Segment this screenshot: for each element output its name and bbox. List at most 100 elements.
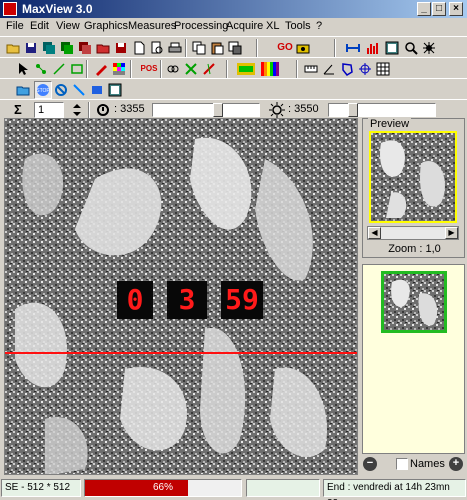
open-folder-icon[interactable] [4, 39, 22, 57]
pointer-icon[interactable] [14, 60, 32, 78]
maximize-button[interactable]: □ [432, 2, 446, 16]
thumbnail-panel[interactable] [362, 264, 465, 454]
save-icon[interactable] [22, 39, 40, 57]
menu-edit[interactable]: Edit [30, 20, 49, 32]
separator [334, 39, 336, 57]
thumbnail-footer: − Names + [362, 456, 465, 474]
remove-thumb-button[interactable]: − [363, 457, 377, 471]
document-icon[interactable] [130, 39, 148, 57]
separator [86, 60, 88, 78]
pen-icon[interactable] [92, 60, 110, 78]
pos-icon[interactable]: POS [140, 60, 158, 78]
menu-processing[interactable]: Processing [174, 20, 228, 32]
statistics-icon[interactable] [383, 39, 401, 57]
copy-icon[interactable] [190, 39, 208, 57]
separator [256, 39, 258, 57]
viewport-divider [358, 118, 360, 475]
histogram-icon[interactable] [364, 39, 382, 57]
end-time-status: End : vendredi at 14h 23mn 32s [323, 479, 466, 500]
gain-slider[interactable] [328, 103, 436, 117]
line-profile-icon[interactable] [70, 81, 88, 99]
save-red-icon[interactable] [112, 39, 130, 57]
menu-file[interactable]: File [6, 20, 24, 32]
menu-xl[interactable]: XL [266, 20, 279, 32]
profile-line[interactable] [5, 352, 357, 354]
scroll-left-icon[interactable]: ◀ [368, 227, 381, 239]
link-icon[interactable] [164, 60, 182, 78]
menu-graphics[interactable]: Graphics [84, 20, 128, 32]
zoom-icon[interactable] [402, 39, 420, 57]
menu-view[interactable]: View [56, 20, 80, 32]
print-preview-icon[interactable] [148, 39, 166, 57]
progress-text: 66% [152, 482, 173, 493]
draw-line-icon[interactable] [50, 60, 68, 78]
toolbar-file: GO [0, 36, 467, 58]
separator [185, 39, 187, 57]
gain-slider-thumb[interactable] [348, 103, 358, 117]
cancel-acquire-icon[interactable] [52, 81, 70, 99]
timer-display: 0 3 59 [117, 281, 263, 319]
separator [296, 60, 298, 78]
polygon-icon[interactable] [338, 60, 356, 78]
measure-distance-icon[interactable] [344, 39, 362, 57]
menu-bar: File Edit View Graphics Measures Process… [0, 18, 467, 35]
preview-label: Preview [368, 118, 412, 130]
menu-measures[interactable]: Measures [128, 20, 176, 32]
timer-seconds: 59 [221, 281, 263, 319]
save-all-icon[interactable] [40, 39, 58, 57]
grid-icon[interactable] [374, 60, 392, 78]
draw-rectangle-icon[interactable] [68, 60, 86, 78]
fill-rect-icon[interactable] [88, 81, 106, 99]
progress-bar: 66% [84, 479, 242, 497]
window-title: MaxView 3.0 [22, 2, 93, 16]
camera-icon[interactable] [294, 39, 312, 57]
menu-help[interactable]: ? [316, 20, 322, 32]
toolbar-levels: Σ 1 : 3355 : 3550 [0, 99, 467, 120]
go-icon[interactable]: GO [276, 39, 294, 57]
stop-icon[interactable]: STOP [34, 81, 52, 99]
angle-icon[interactable] [320, 60, 338, 78]
names-label: Names [410, 458, 445, 470]
erase-tool-icon[interactable] [200, 60, 218, 78]
exposure-slider[interactable] [152, 103, 260, 117]
acquire-folder-icon[interactable] [14, 81, 32, 99]
duplicate-icon[interactable] [226, 39, 244, 57]
crosshair-icon[interactable] [356, 60, 374, 78]
frame-count-input[interactable]: 1 [34, 102, 64, 118]
paste-icon[interactable] [208, 39, 226, 57]
thumbnail-image[interactable] [381, 271, 447, 333]
minimize-button[interactable]: _ [417, 2, 431, 16]
menu-tools[interactable]: Tools [285, 20, 311, 32]
scroll-right-icon[interactable]: ▶ [445, 227, 458, 239]
lut-icon[interactable] [236, 60, 256, 78]
image-viewport[interactable]: 0 3 59 [4, 118, 358, 475]
add-thumb-button[interactable]: + [449, 457, 463, 471]
open-red-folder-icon[interactable] [94, 39, 112, 57]
export-icon[interactable] [76, 39, 94, 57]
status-bar: SE - 512 * 512 66% End : vendredi at 14h… [0, 478, 467, 500]
gain-sun-icon [268, 101, 286, 119]
names-checkbox[interactable] [396, 458, 408, 470]
palette-icon[interactable] [110, 60, 128, 78]
save-sequence-icon[interactable] [58, 39, 76, 57]
menu-acquire[interactable]: Acquire [226, 20, 263, 32]
preview-image[interactable] [369, 131, 457, 223]
ruler-icon[interactable] [302, 60, 320, 78]
acquire-settings-icon[interactable] [106, 81, 124, 99]
select-points-icon[interactable] [32, 60, 50, 78]
toolbar-acquire: STOP [0, 78, 467, 100]
preview-scrollbar[interactable]: ◀ ▶ [367, 226, 459, 240]
frame-spin-buttons[interactable] [68, 101, 86, 119]
toolbar-graphics: POS [0, 57, 467, 79]
sum-icon[interactable]: Σ [14, 102, 22, 117]
separator [130, 60, 132, 78]
gain-value: : 3550 [288, 103, 319, 115]
cross-tool-icon[interactable] [182, 60, 200, 78]
exposure-icon [94, 101, 112, 119]
print-icon[interactable] [166, 39, 184, 57]
timer-minutes: 3 [167, 281, 207, 319]
close-button[interactable]: × [449, 2, 463, 16]
color-bars-icon[interactable] [260, 60, 280, 78]
bug-icon[interactable] [420, 39, 438, 57]
exposure-slider-thumb[interactable] [213, 103, 223, 117]
